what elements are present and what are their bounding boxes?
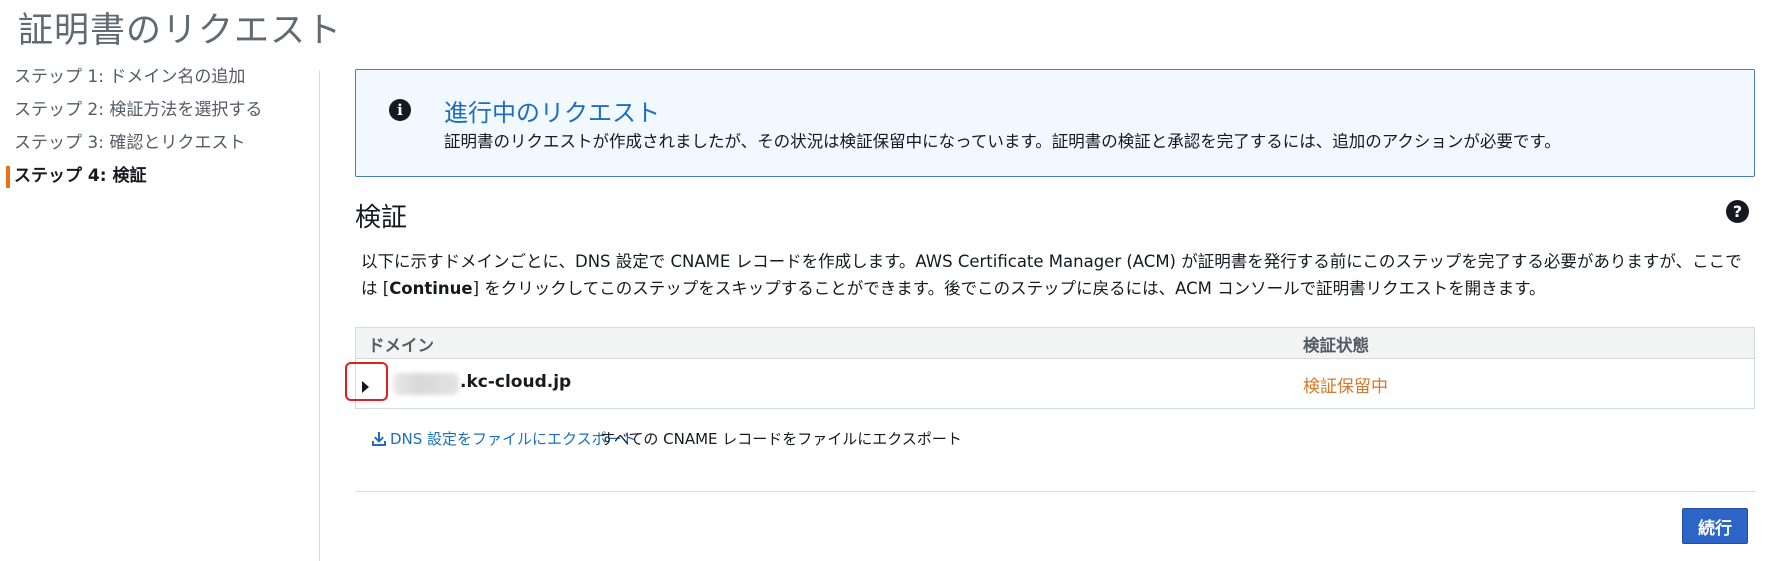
step-4-active: ステップ 4: 検証 — [0, 163, 300, 196]
validation-description: 以下に示すドメインごとに、DNS 設定で CNAME レコードを作成します。AW… — [361, 248, 1751, 302]
step-2[interactable]: ステップ 2: 検証方法を選択する — [0, 97, 300, 130]
download-icon — [372, 431, 386, 446]
domain-table: ドメイン 検証状態 .kc-cloud.jp 検証保留中 — [345, 327, 1755, 409]
description-text-2: ] をクリックしてこのステップをスキップすることができます。後でこのステップに戻… — [472, 279, 1546, 298]
request-in-progress-alert: i 進行中のリクエスト 証明書のリクエストが作成されましたが、その状況は検証保留… — [355, 69, 1755, 177]
help-icon[interactable]: ? — [1726, 200, 1749, 223]
step-1[interactable]: ステップ 1: ドメイン名の追加 — [0, 64, 300, 97]
info-icon: i — [389, 99, 411, 121]
page-title: 証明書のリクエスト — [18, 11, 343, 51]
alert-body: 証明書のリクエストが作成されましたが、その状況は検証保留中になっています。証明書… — [444, 132, 1561, 151]
alert-title: 進行中のリクエスト — [444, 99, 660, 127]
domain-name: .kc-cloud.jp — [460, 372, 572, 392]
step-navigation: ステップ 1: ドメイン名の追加 ステップ 2: 検証方法を選択する ステップ … — [0, 64, 300, 196]
redacted-subdomain — [393, 373, 459, 395]
column-header-status: 検証状態 — [1303, 336, 1369, 355]
section-title: 検証 — [355, 203, 408, 233]
step-3[interactable]: ステップ 3: 確認とリクエスト — [0, 130, 300, 163]
table-header: ドメイン 検証状態 — [356, 328, 1754, 359]
continue-button[interactable]: 続行 — [1682, 508, 1748, 544]
validation-status: 検証保留中 — [1303, 377, 1388, 397]
export-cname-text: すべての CNAME レコードをファイルにエクスポート — [600, 430, 962, 448]
table-row: .kc-cloud.jp 検証保留中 — [345, 359, 1754, 408]
column-header-domain: ドメイン — [368, 336, 434, 355]
vertical-divider — [319, 70, 320, 561]
export-dns-link[interactable]: DNS 設定をファイルにエクスポート — [371, 428, 637, 449]
footer-divider — [355, 491, 1755, 492]
expand-row-button[interactable] — [345, 362, 388, 401]
description-bold: Continue — [389, 279, 473, 298]
caret-right-icon — [362, 381, 369, 393]
